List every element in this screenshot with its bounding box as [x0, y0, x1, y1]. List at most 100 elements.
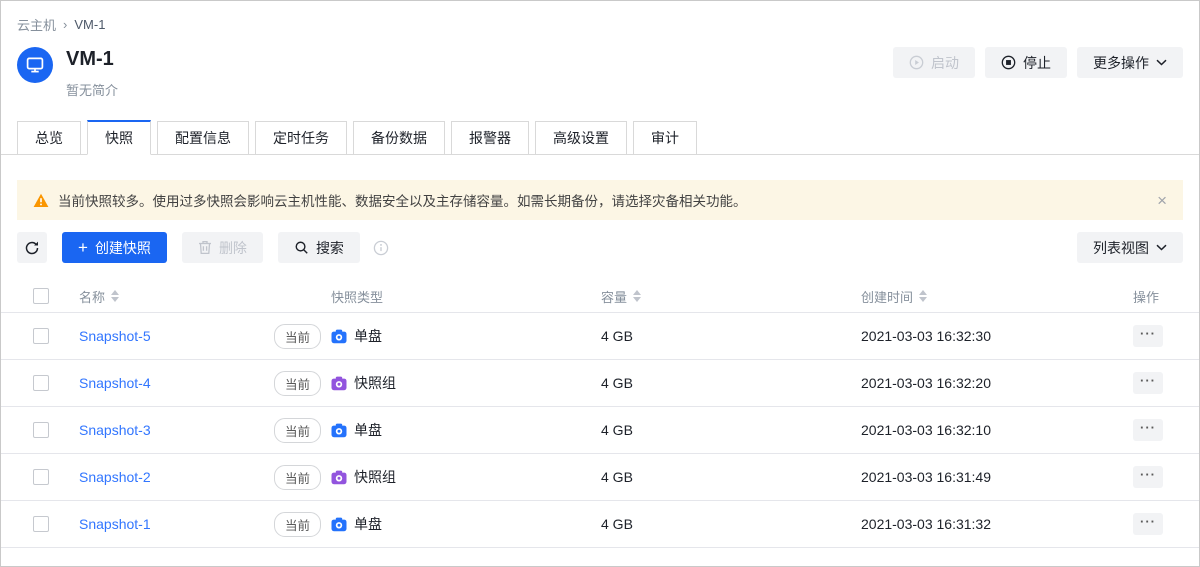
tab-snapshots[interactable]: 快照	[87, 120, 151, 155]
search-icon	[294, 240, 309, 255]
stop-button-label: 停止	[1023, 53, 1051, 73]
row-more-actions-button[interactable]: ···	[1133, 419, 1163, 441]
snapshot-name-link[interactable]: Snapshot-5	[79, 328, 151, 344]
breadcrumb-separator-icon: ›	[63, 17, 67, 32]
delete-button-label: 删除	[219, 238, 247, 258]
table-row: Snapshot-1 当前 单盘 4 GB 2021-03-03 16:31:3…	[1, 501, 1199, 548]
stop-button[interactable]: 停止	[985, 47, 1067, 78]
close-icon[interactable]: ×	[1157, 192, 1167, 209]
row-more-actions-button[interactable]: ···	[1133, 466, 1163, 488]
start-button-label: 启动	[931, 53, 959, 73]
chevron-down-icon	[1156, 244, 1167, 251]
breadcrumb: 云主机 › VM-1	[1, 1, 1199, 34]
header-actions: 启动 停止 更多操作	[893, 47, 1183, 78]
select-all-checkbox[interactable]	[33, 288, 49, 304]
table-row: Snapshot-2 当前 快照组 4 GB 2021-03-03 16:31:…	[1, 454, 1199, 501]
more-actions-label: 更多操作	[1093, 53, 1149, 73]
row-more-actions-button[interactable]: ···	[1133, 372, 1163, 394]
camera-icon	[331, 517, 347, 532]
warning-banner-text: 当前快照较多。使用过多快照会影响云主机性能、数据安全以及主存储容量。如需长期备份…	[58, 190, 747, 210]
table-header-row: 名称 快照类型 容量 创建时间 操作	[1, 280, 1199, 313]
warning-banner: 当前快照较多。使用过多快照会影响云主机性能、数据安全以及主存储容量。如需长期备份…	[17, 180, 1183, 220]
created-time-value: 2021-03-03 16:31:49	[861, 469, 1119, 485]
table-row: Snapshot-3 当前 单盘 4 GB 2021-03-03 16:32:1…	[1, 407, 1199, 454]
column-header-ops-label: 操作	[1133, 287, 1159, 306]
start-button[interactable]: 启动	[893, 47, 975, 78]
tab-bar: 总览 快照 配置信息 定时任务 备份数据 报警器 高级设置 审计	[1, 120, 1199, 155]
snapshot-name-link[interactable]: Snapshot-3	[79, 422, 151, 438]
snapshot-name-link[interactable]: Snapshot-4	[79, 375, 151, 391]
column-header-name[interactable]: 名称	[79, 287, 274, 306]
list-view-selector[interactable]: 列表视图	[1077, 232, 1183, 263]
current-badge: 当前	[274, 371, 321, 396]
current-badge: 当前	[274, 512, 321, 537]
tab-overview[interactable]: 总览	[17, 121, 81, 154]
column-header-capacity-label: 容量	[601, 287, 627, 306]
search-button-label: 搜索	[316, 238, 344, 258]
capacity-value: 4 GB	[601, 375, 861, 391]
tab-scheduled-tasks[interactable]: 定时任务	[255, 121, 347, 154]
row-checkbox[interactable]	[33, 328, 49, 344]
snapshot-name-link[interactable]: Snapshot-1	[79, 516, 151, 532]
camera-group-icon	[331, 376, 347, 391]
breadcrumb-current: VM-1	[74, 17, 105, 32]
play-circle-icon	[909, 55, 924, 70]
capacity-value: 4 GB	[601, 328, 861, 344]
current-badge: 当前	[274, 324, 321, 349]
snapshot-type-label: 单盘	[354, 420, 382, 440]
refresh-icon	[24, 240, 40, 256]
tab-config[interactable]: 配置信息	[157, 121, 249, 154]
more-actions-button[interactable]: 更多操作	[1077, 47, 1183, 78]
snapshot-type-label: 快照组	[354, 373, 396, 393]
delete-button[interactable]: 删除	[182, 232, 263, 263]
tab-audit[interactable]: 审计	[633, 121, 697, 154]
created-time-value: 2021-03-03 16:32:30	[861, 328, 1119, 344]
snapshot-type-label: 快照组	[354, 467, 396, 487]
row-more-actions-button[interactable]: ···	[1133, 513, 1163, 535]
toolbar: + 创建快照 删除 搜索 列表视图	[17, 232, 1183, 263]
capacity-value: 4 GB	[601, 516, 861, 532]
row-checkbox[interactable]	[33, 469, 49, 485]
info-icon[interactable]	[373, 240, 389, 256]
breadcrumb-parent-link[interactable]: 云主机	[17, 15, 56, 34]
search-button[interactable]: 搜索	[278, 232, 360, 263]
created-time-value: 2021-03-03 16:32:10	[861, 422, 1119, 438]
column-header-type-label: 快照类型	[331, 287, 383, 306]
table-row: Snapshot-4 当前 快照组 4 GB 2021-03-03 16:32:…	[1, 360, 1199, 407]
chevron-down-icon	[1156, 59, 1167, 66]
created-time-value: 2021-03-03 16:32:20	[861, 375, 1119, 391]
capacity-value: 4 GB	[601, 469, 861, 485]
current-badge: 当前	[274, 465, 321, 490]
page-subtitle: 暂无简介	[66, 80, 118, 99]
stop-circle-icon	[1001, 55, 1016, 70]
row-more-actions-button[interactable]: ···	[1133, 325, 1163, 347]
warning-triangle-icon	[33, 193, 49, 208]
page-title: VM-1	[66, 47, 118, 71]
snapshot-type-label: 单盘	[354, 326, 382, 346]
row-checkbox[interactable]	[33, 422, 49, 438]
row-checkbox[interactable]	[33, 375, 49, 391]
row-checkbox[interactable]	[33, 516, 49, 532]
tab-advanced-settings[interactable]: 高级设置	[535, 121, 627, 154]
refresh-button[interactable]	[17, 232, 47, 263]
snapshot-name-link[interactable]: Snapshot-2	[79, 469, 151, 485]
created-time-value: 2021-03-03 16:31:32	[861, 516, 1119, 532]
tab-alarms[interactable]: 报警器	[451, 121, 529, 154]
camera-icon	[331, 423, 347, 438]
snapshot-type-label: 单盘	[354, 514, 382, 534]
column-header-created[interactable]: 创建时间	[861, 287, 1119, 306]
create-snapshot-label: 创建快照	[95, 238, 151, 258]
sort-icon[interactable]	[919, 290, 927, 302]
snapshot-table: 名称 快照类型 容量 创建时间 操作 Snapshot-5 当前	[1, 280, 1199, 548]
column-header-ops: 操作	[1119, 287, 1199, 306]
column-header-capacity[interactable]: 容量	[601, 287, 861, 306]
column-header-name-label: 名称	[79, 287, 105, 306]
table-row: Snapshot-5 当前 单盘 4 GB 2021-03-03 16:32:3…	[1, 313, 1199, 360]
sort-icon[interactable]	[633, 290, 641, 302]
vm-monitor-icon	[17, 47, 53, 83]
tab-backup-data[interactable]: 备份数据	[353, 121, 445, 154]
sort-icon[interactable]	[111, 290, 119, 302]
column-header-created-label: 创建时间	[861, 287, 913, 306]
create-snapshot-button[interactable]: + 创建快照	[62, 232, 167, 263]
vm-detail-page: 云主机 › VM-1 VM-1 暂无简介 启动	[0, 0, 1200, 567]
